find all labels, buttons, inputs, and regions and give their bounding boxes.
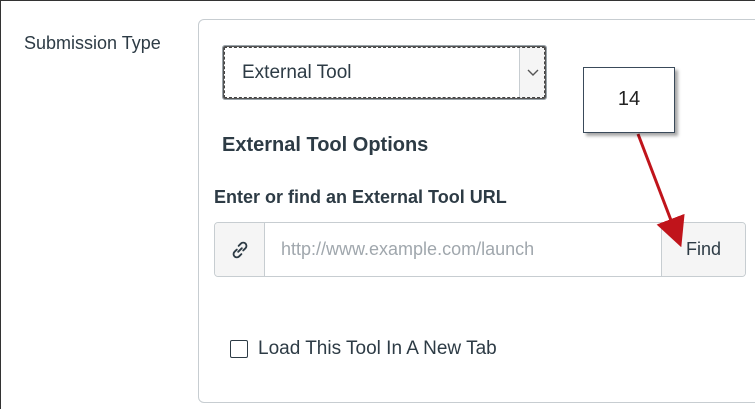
external-tool-options-heading: External Tool Options [222, 134, 429, 156]
new-tab-checkbox[interactable] [230, 340, 248, 358]
external-tool-url-input[interactable] [265, 223, 661, 276]
find-button[interactable]: Find [661, 223, 745, 276]
link-icon [215, 223, 265, 276]
new-tab-checkbox-row[interactable]: Load This Tool In A New Tab [230, 338, 497, 360]
submission-type-select[interactable]: External Tool [222, 45, 547, 100]
new-tab-checkbox-label[interactable]: Load This Tool In A New Tab [258, 338, 497, 360]
submission-type-select-value: External Tool [242, 61, 352, 83]
annotation-callout: 14 [583, 67, 675, 133]
external-tool-url-group: Find [214, 222, 746, 277]
chevron-down-icon[interactable] [519, 47, 545, 98]
submission-type-label: Submission Type [24, 33, 161, 53]
external-tool-url-label: Enter or find an External Tool URL [214, 187, 507, 207]
page: Submission Type External Tool External T… [0, 0, 755, 409]
